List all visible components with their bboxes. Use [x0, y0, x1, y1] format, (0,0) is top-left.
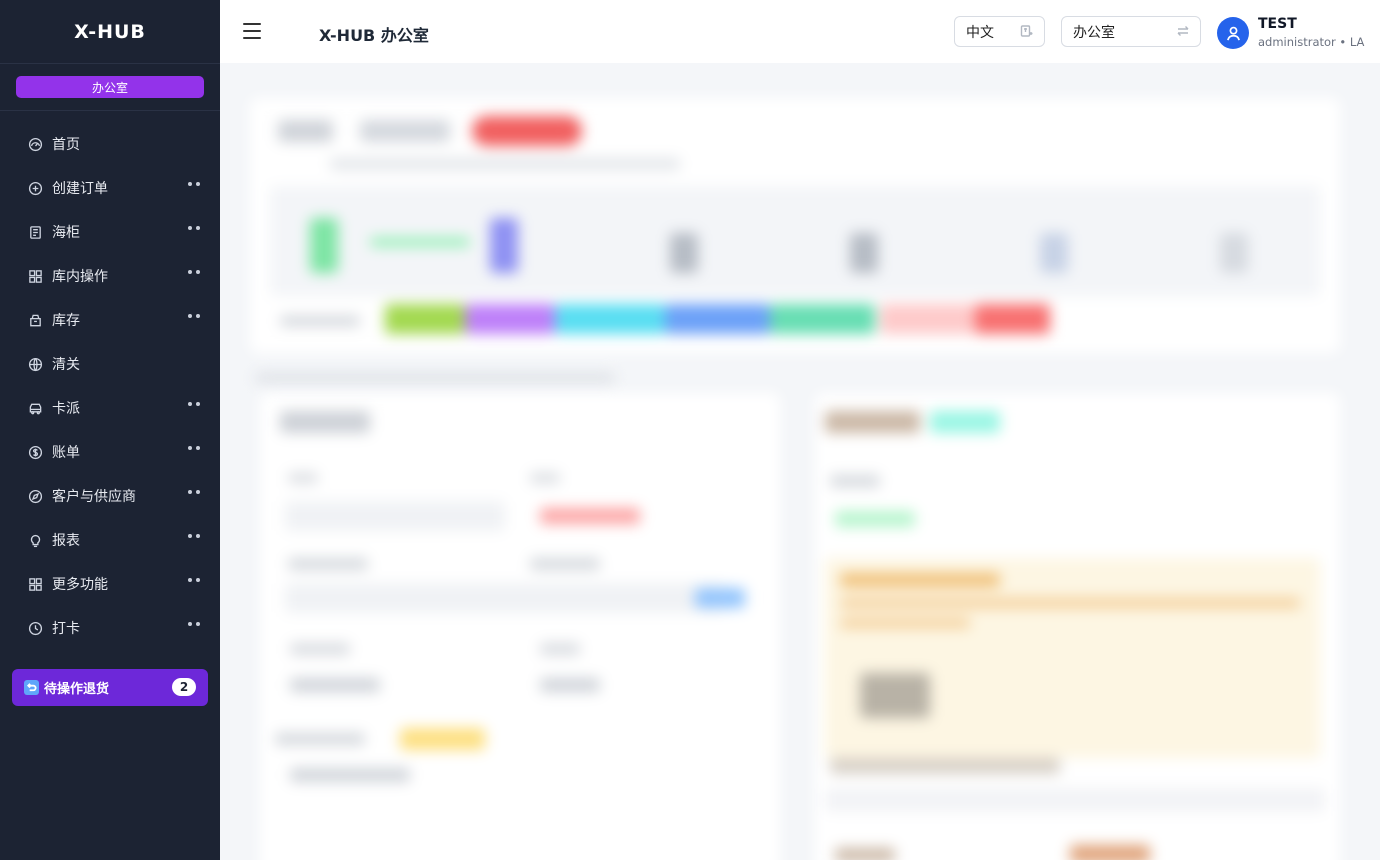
clock-icon [28, 621, 43, 636]
sidebar-item-more-features[interactable]: 更多功能 [0, 562, 220, 606]
submenu-indicator [188, 490, 200, 494]
submenu-indicator [188, 182, 200, 186]
page-title: X-HUB 办公室 [319, 26, 429, 45]
pending-returns-label: 待操作退货 [44, 682, 110, 697]
submenu-indicator [188, 314, 200, 318]
sidebar-item-label: 首页 [52, 137, 80, 153]
sidebar-item-label: 创建订单 [52, 181, 108, 197]
grid-icon [28, 269, 43, 284]
sidebar-item-label: 卡派 [52, 401, 80, 417]
sidebar-item-label: 打卡 [52, 621, 80, 637]
order-status-card [250, 98, 1340, 353]
top-header: X-HUB 办公室 中文 办公室 TEST administrator • LA [220, 0, 1380, 63]
detail-card-right [815, 393, 1340, 860]
sidebar-item-billing[interactable]: 账单 [0, 430, 220, 474]
sidebar-item-trucking[interactable]: 卡派 [0, 386, 220, 430]
user-name[interactable]: TEST [1258, 16, 1297, 32]
submenu-indicator [188, 402, 200, 406]
sidebar-item-home[interactable]: 首页 [0, 122, 220, 166]
sidebar-item-create-order[interactable]: 创建订单 [0, 166, 220, 210]
submenu-indicator [188, 534, 200, 538]
container-icon [28, 225, 43, 240]
submenu-indicator [188, 446, 200, 450]
lightbulb-icon [28, 533, 43, 548]
brand-logo[interactable]: X-HUB [0, 0, 220, 64]
office-badge-container: 办公室 [0, 64, 220, 111]
dollar-circle-icon [28, 445, 43, 460]
sidebar: X-HUB 办公室 首页 创建订单 海柜 库内操作 库存 清关 卡派 账单 客户… [0, 0, 220, 860]
compass-icon [28, 489, 43, 504]
sidebar-item-label: 账单 [52, 445, 80, 461]
sidebar-item-label: 清关 [52, 357, 80, 373]
dashboard-icon [28, 137, 43, 152]
sidebar-item-clock-in[interactable]: 打卡 [0, 606, 220, 650]
submenu-indicator [188, 270, 200, 274]
sidebar-menu: 首页 创建订单 海柜 库内操作 库存 清关 卡派 账单 客户与供应商 报表 更多… [0, 111, 220, 650]
office-select[interactable]: 办公室 [1061, 16, 1201, 47]
menu-toggle-icon[interactable] [243, 23, 261, 39]
sidebar-item-warehouse-ops[interactable]: 库内操作 [0, 254, 220, 298]
sidebar-item-customs[interactable]: 清关 [0, 342, 220, 386]
truck-icon [28, 401, 43, 416]
plus-circle-icon [28, 181, 43, 196]
sidebar-item-label: 报表 [52, 533, 80, 549]
sidebar-item-label: 海柜 [52, 225, 80, 241]
swap-icon [1176, 24, 1190, 38]
sidebar-item-customers-suppliers[interactable]: 客户与供应商 [0, 474, 220, 518]
user-avatar[interactable] [1217, 17, 1249, 49]
blurred-overlay [220, 63, 1380, 860]
submenu-indicator [188, 622, 200, 626]
globe-icon [28, 357, 43, 372]
sidebar-item-reports[interactable]: 报表 [0, 518, 220, 562]
sidebar-item-inventory[interactable]: 库存 [0, 298, 220, 342]
submenu-indicator [188, 578, 200, 582]
sidebar-item-label: 库存 [52, 313, 80, 329]
office-badge[interactable]: 办公室 [16, 76, 204, 98]
pending-returns-count: 2 [172, 678, 196, 696]
language-select-value: 中文 [966, 24, 994, 41]
sidebar-item-label: 更多功能 [52, 577, 108, 593]
apps-grid-icon [28, 577, 43, 592]
office-select-value: 办公室 [1073, 24, 1115, 41]
detail-card-left [260, 393, 780, 860]
inventory-box-icon [28, 313, 43, 328]
translate-icon [1020, 24, 1034, 38]
user-icon [1226, 26, 1240, 40]
return-icon [24, 680, 39, 695]
language-select[interactable]: 中文 [954, 16, 1045, 47]
user-role: administrator • LA [1258, 35, 1365, 49]
sidebar-item-label: 客户与供应商 [52, 489, 136, 505]
submenu-indicator [188, 226, 200, 230]
sidebar-item-containers[interactable]: 海柜 [0, 210, 220, 254]
sidebar-item-label: 库内操作 [52, 269, 108, 285]
main-content [220, 63, 1380, 860]
pending-returns-button[interactable]: 待操作退货 2 [12, 669, 208, 706]
